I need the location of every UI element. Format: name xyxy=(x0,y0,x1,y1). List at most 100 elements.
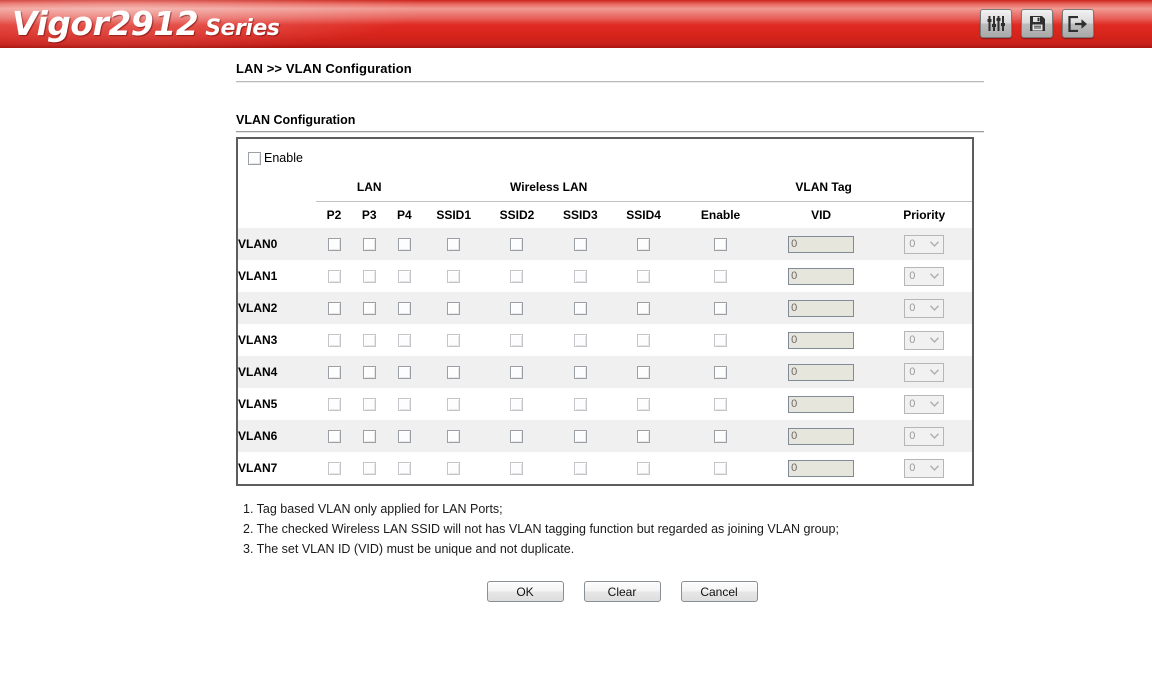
checkbox-vlan6-ssid3[interactable] xyxy=(574,430,587,443)
checkbox-vlan2-ssid4[interactable] xyxy=(637,302,650,315)
vid-input-vlan4[interactable] xyxy=(788,364,854,381)
app-header: Vigor2912Series xyxy=(0,0,1152,48)
vid-input-vlan5[interactable] xyxy=(788,396,854,413)
global-enable-checkbox[interactable] xyxy=(248,152,261,165)
cell-ssid4 xyxy=(612,452,675,484)
checkbox-vlan1-ssid3[interactable] xyxy=(574,270,587,283)
priority-select-vlan6[interactable]: 0 xyxy=(904,427,944,446)
logout-icon[interactable] xyxy=(1062,9,1094,38)
clear-button[interactable]: Clear xyxy=(584,581,661,602)
cell-vid xyxy=(766,228,877,260)
vid-input-vlan3[interactable] xyxy=(788,332,854,349)
checkbox-vlan6-p3[interactable] xyxy=(363,430,376,443)
checkbox-vlan7-p4[interactable] xyxy=(398,462,411,475)
checkbox-vlan0-p3[interactable] xyxy=(363,238,376,251)
checkbox-vlan2-p2[interactable] xyxy=(328,302,341,315)
checkbox-vlan6-ssid4[interactable] xyxy=(637,430,650,443)
checkbox-vlan5-ssid2[interactable] xyxy=(510,398,523,411)
column-header-tag-enable: Enable xyxy=(675,202,765,229)
checkbox-vlan6-p2[interactable] xyxy=(328,430,341,443)
checkbox-vlan1-p3[interactable] xyxy=(363,270,376,283)
checkbox-vlan0-ssid4[interactable] xyxy=(637,238,650,251)
cell-ssid1 xyxy=(422,292,485,324)
checkbox-vlan3-p3[interactable] xyxy=(363,334,376,347)
cell-priority: 0 xyxy=(876,452,972,484)
cell-tag-enable xyxy=(675,420,765,452)
checkbox-vlan3-ssid4[interactable] xyxy=(637,334,650,347)
checkbox-vlan5-p4[interactable] xyxy=(398,398,411,411)
checkbox-vlan4-tag-enable[interactable] xyxy=(714,366,727,379)
checkbox-vlan6-ssid1[interactable] xyxy=(447,430,460,443)
checkbox-vlan3-p4[interactable] xyxy=(398,334,411,347)
checkbox-vlan3-p2[interactable] xyxy=(328,334,341,347)
checkbox-vlan2-p3[interactable] xyxy=(363,302,376,315)
save-icon[interactable] xyxy=(1021,9,1053,38)
checkbox-vlan5-ssid1[interactable] xyxy=(447,398,460,411)
checkbox-vlan2-ssid2[interactable] xyxy=(510,302,523,315)
checkbox-vlan4-ssid4[interactable] xyxy=(637,366,650,379)
checkbox-vlan3-tag-enable[interactable] xyxy=(714,334,727,347)
checkbox-vlan4-ssid2[interactable] xyxy=(510,366,523,379)
vid-input-vlan0[interactable] xyxy=(788,236,854,253)
checkbox-vlan7-p2[interactable] xyxy=(328,462,341,475)
checkbox-vlan5-ssid3[interactable] xyxy=(574,398,587,411)
vid-input-vlan1[interactable] xyxy=(788,268,854,285)
checkbox-vlan2-tag-enable[interactable] xyxy=(714,302,727,315)
checkbox-vlan2-p4[interactable] xyxy=(398,302,411,315)
priority-select-vlan5[interactable]: 0 xyxy=(904,395,944,414)
checkbox-vlan5-p2[interactable] xyxy=(328,398,341,411)
checkbox-vlan4-ssid3[interactable] xyxy=(574,366,587,379)
checkbox-vlan3-ssid3[interactable] xyxy=(574,334,587,347)
priority-select-vlan3[interactable]: 0 xyxy=(904,331,944,350)
checkbox-vlan5-p3[interactable] xyxy=(363,398,376,411)
checkbox-vlan1-ssid2[interactable] xyxy=(510,270,523,283)
checkbox-vlan0-ssid1[interactable] xyxy=(447,238,460,251)
sliders-icon[interactable] xyxy=(980,9,1012,38)
checkbox-vlan4-p3[interactable] xyxy=(363,366,376,379)
checkbox-vlan0-p4[interactable] xyxy=(398,238,411,251)
checkbox-vlan1-ssid1[interactable] xyxy=(447,270,460,283)
cell-ssid1 xyxy=(422,324,485,356)
vid-input-vlan6[interactable] xyxy=(788,428,854,445)
priority-select-vlan7[interactable]: 0 xyxy=(904,459,944,478)
checkbox-vlan5-tag-enable[interactable] xyxy=(714,398,727,411)
checkbox-vlan0-p2[interactable] xyxy=(328,238,341,251)
priority-select-vlan0[interactable]: 0 xyxy=(904,235,944,254)
group-header-wireless-lan: Wireless LAN xyxy=(422,173,675,194)
checkbox-vlan7-p3[interactable] xyxy=(363,462,376,475)
cell-priority: 0 xyxy=(876,356,972,388)
cancel-button[interactable]: Cancel xyxy=(681,581,758,602)
checkbox-vlan6-p4[interactable] xyxy=(398,430,411,443)
priority-select-vlan4[interactable]: 0 xyxy=(904,363,944,382)
cell-tag-enable xyxy=(675,388,765,420)
checkbox-vlan0-ssid2[interactable] xyxy=(510,238,523,251)
checkbox-vlan1-ssid4[interactable] xyxy=(637,270,650,283)
checkbox-vlan6-tag-enable[interactable] xyxy=(714,430,727,443)
checkbox-vlan7-ssid1[interactable] xyxy=(447,462,460,475)
priority-select-vlan1[interactable]: 0 xyxy=(904,267,944,286)
checkbox-vlan7-ssid4[interactable] xyxy=(637,462,650,475)
checkbox-vlan1-tag-enable[interactable] xyxy=(714,270,727,283)
ok-button[interactable]: OK xyxy=(487,581,564,602)
checkbox-vlan1-p2[interactable] xyxy=(328,270,341,283)
vid-input-vlan2[interactable] xyxy=(788,300,854,317)
checkbox-vlan0-ssid3[interactable] xyxy=(574,238,587,251)
checkbox-vlan4-ssid1[interactable] xyxy=(447,366,460,379)
checkbox-vlan7-tag-enable[interactable] xyxy=(714,462,727,475)
checkbox-vlan3-ssid2[interactable] xyxy=(510,334,523,347)
checkbox-vlan3-ssid1[interactable] xyxy=(447,334,460,347)
priority-select-vlan2[interactable]: 0 xyxy=(904,299,944,318)
checkbox-vlan7-ssid3[interactable] xyxy=(574,462,587,475)
checkbox-vlan7-ssid2[interactable] xyxy=(510,462,523,475)
column-header-vid: VID xyxy=(766,202,877,229)
checkbox-vlan5-ssid4[interactable] xyxy=(637,398,650,411)
checkbox-vlan2-ssid3[interactable] xyxy=(574,302,587,315)
cell-ssid2 xyxy=(485,356,548,388)
checkbox-vlan2-ssid1[interactable] xyxy=(447,302,460,315)
checkbox-vlan0-tag-enable[interactable] xyxy=(714,238,727,251)
checkbox-vlan1-p4[interactable] xyxy=(398,270,411,283)
checkbox-vlan4-p4[interactable] xyxy=(398,366,411,379)
checkbox-vlan4-p2[interactable] xyxy=(328,366,341,379)
checkbox-vlan6-ssid2[interactable] xyxy=(510,430,523,443)
vid-input-vlan7[interactable] xyxy=(788,460,854,477)
